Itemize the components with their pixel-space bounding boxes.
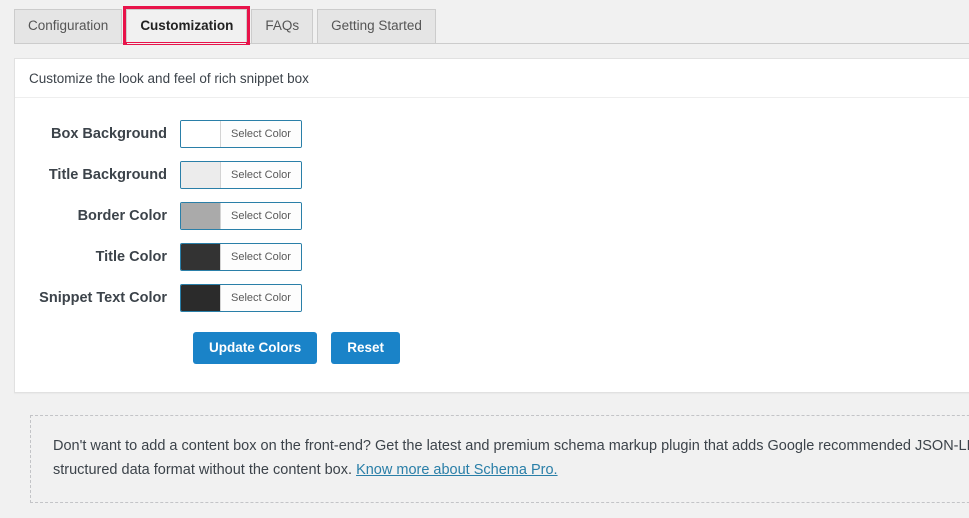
field-label: Snippet Text Color (39, 290, 167, 306)
tab-faqs[interactable]: FAQs (251, 9, 314, 43)
field-label: Border Color (77, 208, 167, 224)
panel-header-text: Customize the look and feel of rich snip… (29, 71, 309, 86)
panel-actions: Update Colors Reset (15, 332, 969, 364)
color-swatch (181, 244, 220, 270)
tab-customization[interactable]: Customization (123, 6, 251, 45)
color-picker-title-color[interactable]: Select Color (180, 243, 302, 271)
field-label: Box Background (50, 126, 167, 142)
select-color-button[interactable]: Select Color (220, 285, 301, 311)
tab-label: Customization (140, 18, 234, 33)
color-picker-box-background[interactable]: Select Color (180, 120, 302, 148)
field-label: Title Background (48, 167, 167, 183)
color-picker-title-background[interactable]: Select Color (180, 161, 302, 189)
tab-label: Configuration (28, 18, 109, 33)
reset-button[interactable]: Reset (331, 332, 401, 364)
color-swatch (181, 203, 220, 229)
panel-body: Box Background Select Color Title Backgr… (15, 98, 969, 392)
customization-panel: Customize the look and feel of rich snip… (14, 58, 969, 393)
color-swatch (181, 285, 220, 311)
update-colors-button[interactable]: Update Colors (193, 332, 318, 364)
tab-label: Getting Started (331, 18, 422, 33)
field-label: Title Color (95, 249, 167, 265)
know-more-about-schema-pro-link[interactable]: Know more about Schema Pro. (356, 462, 558, 478)
tab-bar: Configuration Customization FAQs Getting… (0, 0, 969, 45)
color-swatch (181, 121, 220, 147)
field-row-border-color: Border Color Select Color (15, 202, 969, 230)
color-swatch (181, 162, 220, 188)
field-row-title-color: Title Color Select Color (15, 243, 969, 271)
tab-label: FAQs (265, 18, 300, 33)
schema-pro-upsell-notice: Don't want to add a content box on the f… (30, 415, 969, 503)
panel-header: Customize the look and feel of rich snip… (15, 59, 969, 98)
tab-getting-started[interactable]: Getting Started (317, 9, 436, 43)
color-picker-border-color[interactable]: Select Color (180, 202, 302, 230)
select-color-button[interactable]: Select Color (220, 244, 301, 270)
field-row-snippet-text-color: Snippet Text Color Select Color (15, 284, 969, 312)
select-color-button[interactable]: Select Color (220, 203, 301, 229)
field-row-box-background: Box Background Select Color (15, 120, 969, 148)
color-picker-snippet-text-color[interactable]: Select Color (180, 284, 302, 312)
tab-configuration[interactable]: Configuration (14, 9, 123, 43)
select-color-button[interactable]: Select Color (220, 162, 301, 188)
select-color-button[interactable]: Select Color (220, 121, 301, 147)
field-row-title-background: Title Background Select Color (15, 161, 969, 189)
